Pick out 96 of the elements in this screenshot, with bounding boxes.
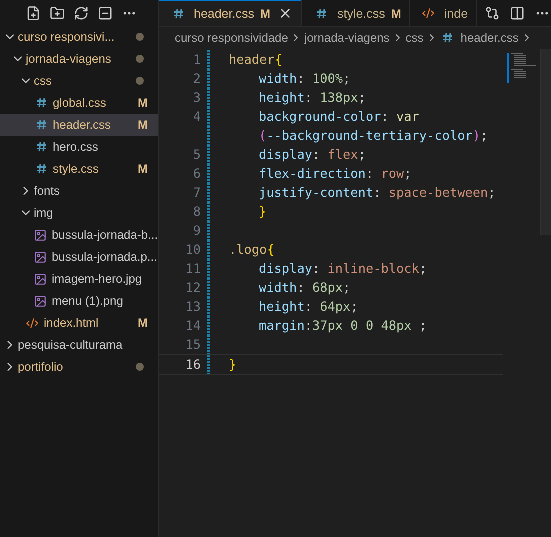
tab-label: inde [444,6,468,20]
file-name: style.css [53,162,100,176]
code-icon [26,316,39,330]
line-number: 8 [192,204,201,219]
file-item[interactable]: hero.css [0,136,158,158]
modified-label: M [138,96,149,110]
breadcrumb-item[interactable]: jornada-viagens [304,31,390,45]
file-item[interactable]: index.html M [0,312,158,334]
file-name: curso responsivi... [18,30,116,44]
folder-item[interactable]: jornada-viagens [0,48,158,70]
code-line: margin:37px 0 0 48px ; [259,318,428,333]
file-item[interactable]: menu (1).png [0,290,158,312]
code-line: height: 138px; [259,90,366,105]
new-file-icon[interactable] [26,6,41,20]
file-name: img [34,206,54,220]
line-number: 12 [184,280,201,295]
tab-label: header.css [194,6,254,20]
code-line: background-color: var [259,109,420,124]
code-line: header{ [229,52,282,67]
file-name: pesquisa-culturama [18,338,124,352]
line-number: 6 [192,166,201,181]
line-number: 11 [184,261,201,276]
refresh-icon[interactable] [74,6,89,20]
line-number: 7 [192,185,201,200]
modified-label: M [138,316,149,330]
file-name: bussula-jornada-b... [52,228,158,242]
modified-label: M [260,6,270,20]
hash-icon [37,120,47,130]
line-number: 10 [184,242,201,257]
code-line: justify-content: space-between; [259,185,496,200]
image-icon [34,294,47,308]
code-line: display: inline-block; [259,261,428,276]
line-number: 13 [184,299,201,314]
hash-icon [37,142,47,152]
modified-label: M [391,6,402,20]
modified-label: M [138,118,149,132]
editor-tab[interactable]: header.css M [159,0,302,26]
hash-icon [317,8,328,18]
file-item[interactable]: style.css M [0,158,158,180]
new-folder-icon[interactable] [50,6,65,20]
file-name: menu (1).png [52,294,124,308]
file-name: hero.css [53,140,100,154]
code-line: flex-direction: row; [259,166,412,181]
file-name: imagem-hero.jpg [52,272,144,286]
line-number: 2 [192,71,201,86]
file-name: global.css [53,96,108,110]
code-line: } [229,357,237,372]
file-name: index.html [44,316,100,330]
file-name: portifolio [18,360,64,374]
modified-label: M [138,162,149,176]
file-item[interactable]: imagem-hero.jpg [0,268,158,290]
code-line: display: flex; [259,147,366,162]
line-number: 15 [184,337,201,352]
breadcrumb-item[interactable]: header.css [460,31,519,45]
file-name: header.css [53,118,112,132]
file-item[interactable]: bussula-jornada.p... [0,246,158,268]
code-line: } [259,204,267,219]
line-number: 9 [192,223,201,238]
file-item[interactable]: bussula-jornada-b... [0,224,158,246]
code-line: width: 68px; [259,280,351,295]
line-number: 3 [192,90,201,105]
split-editor-icon[interactable] [510,6,526,20]
collapse-icon[interactable] [98,6,113,20]
image-icon [34,250,47,264]
line-number: 1 [192,52,201,67]
file-name: bussula-jornada.p... [52,250,158,264]
line-number: 14 [184,318,201,333]
compare-icon[interactable] [485,6,500,20]
code-line: height: 64px; [259,299,358,314]
breadcrumb-item[interactable]: curso responsividade [175,31,288,45]
folder-item[interactable]: pesquisa-culturama [0,334,158,356]
folder-item[interactable]: img [0,202,158,224]
breadcrumb-item[interactable]: css [406,31,424,45]
code-line: width: 100%; [259,71,351,86]
code-line: .logo{ [229,242,275,257]
line-number: 16 [184,357,201,372]
line-number: 5 [192,147,201,162]
code-icon [422,7,436,20]
file-name: css [34,74,53,88]
folder-item[interactable]: fonts [0,180,158,202]
folder-item[interactable]: portifolio [0,356,158,378]
hash-icon [174,8,184,18]
file-item[interactable]: global.css M [0,92,158,114]
hash-icon [37,98,47,108]
file-item[interactable]: header.css M [0,114,158,136]
image-icon [34,272,47,286]
line-number: 4 [192,109,201,124]
code-line: (--background-tertiary-color); [259,128,488,143]
tab-label: style.css [337,6,386,20]
file-name: jornada-viagens [26,52,112,66]
folder-item[interactable]: css [0,70,158,92]
file-name: fonts [34,184,62,198]
hash-icon [37,164,47,174]
image-icon [34,228,47,242]
folder-item[interactable]: curso responsivi... [0,26,158,48]
hash-icon [442,33,453,43]
